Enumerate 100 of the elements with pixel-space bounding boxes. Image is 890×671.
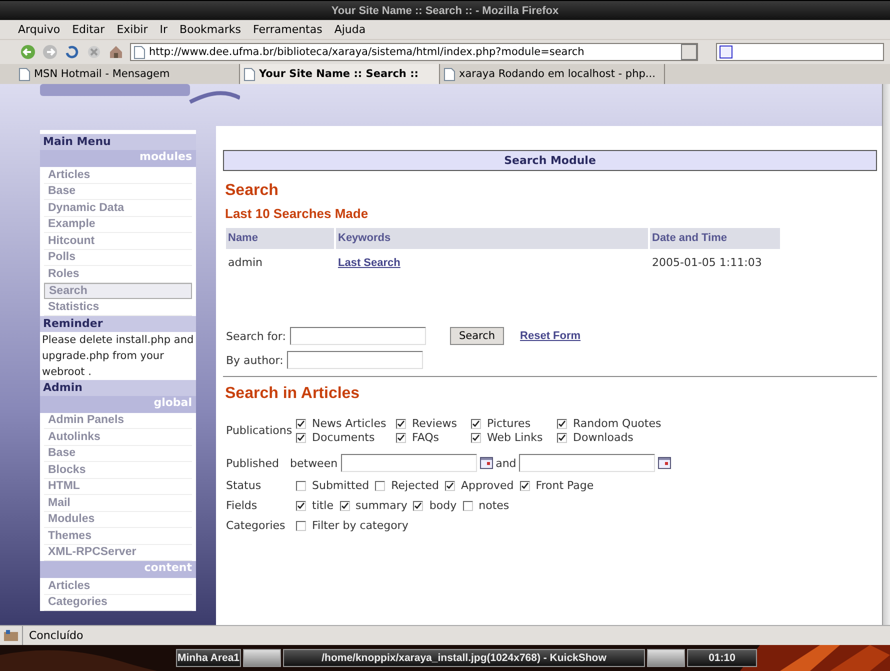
block-title: Reminder — [40, 316, 196, 332]
checkbox[interactable] — [296, 500, 306, 510]
option-label: Web Links — [487, 431, 543, 444]
date-input[interactable] — [340, 454, 477, 472]
menu-link[interactable]: Categories — [44, 594, 192, 611]
menu-link[interactable]: HTML — [44, 478, 192, 495]
page-icon — [19, 68, 30, 80]
section-heading: Search in Articles — [225, 385, 361, 403]
menu-link[interactable]: Polls — [44, 250, 192, 266]
back-icon[interactable] — [20, 44, 36, 60]
menu-link[interactable]: Statistics — [44, 299, 192, 316]
section-label: modules — [40, 150, 196, 167]
menu-link[interactable]: Autolinks — [44, 429, 192, 446]
menu-link[interactable]: Base — [44, 184, 192, 200]
block-title: Admin — [40, 380, 196, 396]
column-header: Name — [226, 228, 334, 249]
option-label: summary — [356, 499, 408, 512]
checkbox[interactable] — [471, 418, 481, 428]
option-label: body — [429, 499, 457, 512]
calendar-icon[interactable] — [658, 457, 672, 469]
checkbox[interactable] — [296, 480, 306, 490]
menu-link[interactable]: XML-RPCServer — [44, 544, 192, 561]
checkbox[interactable] — [296, 432, 306, 442]
reset-link[interactable]: Reset Form — [520, 330, 581, 342]
checkbox[interactable] — [396, 418, 406, 428]
calendar-icon[interactable] — [480, 457, 493, 469]
option-label: notes — [478, 499, 510, 512]
home-icon[interactable] — [108, 44, 124, 60]
option-label: Documents — [312, 431, 375, 444]
search-engine-icon[interactable] — [719, 45, 733, 59]
menu-link[interactable]: Articles — [44, 167, 192, 184]
search-link[interactable]: Last Search — [338, 257, 400, 269]
menu-link[interactable]: Dynamic Data — [44, 200, 192, 216]
checkbox[interactable] — [520, 480, 530, 490]
section-heading: Last 10 Searches Made — [225, 206, 370, 221]
option-label: Front Page — [536, 479, 594, 492]
checkbox[interactable] — [296, 520, 306, 530]
page-icon — [134, 46, 145, 58]
section-label: global — [40, 396, 196, 412]
page-icon — [444, 68, 455, 80]
field-label: Publications — [226, 424, 294, 437]
field-label: Fields — [226, 499, 258, 512]
column-header: Date and Time — [650, 228, 780, 249]
checkbox[interactable] — [557, 432, 567, 442]
module-header: Search Module — [223, 150, 877, 171]
block-title: Main Menu — [40, 134, 196, 150]
menu-item[interactable]: Exibir — [110, 23, 154, 36]
date-input[interactable] — [519, 454, 656, 472]
menu-link[interactable]: Example — [44, 216, 192, 233]
browser-tab[interactable]: Your Site Name :: Search :: — [240, 64, 440, 84]
search-input[interactable] — [290, 327, 426, 345]
menu-item[interactable]: Bookmarks — [174, 23, 248, 36]
clock: 01:10 — [687, 649, 757, 667]
checkbox[interactable] — [396, 432, 406, 442]
checkbox[interactable] — [340, 500, 350, 510]
menu-link[interactable]: Mail — [44, 495, 192, 512]
menu-item[interactable]: Ajuda — [328, 23, 372, 36]
option-label: Pictures — [487, 417, 531, 430]
menu-link[interactable]: Roles — [44, 266, 192, 282]
checkbox[interactable] — [471, 432, 481, 442]
option-label: Rejected — [391, 479, 439, 492]
checkbox[interactable] — [375, 480, 386, 490]
field-label: Search for: — [226, 330, 286, 342]
menu-link[interactable]: Modules — [44, 512, 192, 528]
menu-link[interactable]: Hitcount — [44, 233, 192, 250]
checkbox[interactable] — [296, 418, 306, 428]
option-label: title — [312, 499, 334, 512]
menu-item[interactable]: Ir — [154, 23, 174, 36]
reminder-text: Please delete install.php and upgrade.php from your webroot . — [41, 332, 195, 380]
desktop-button[interactable]: Minha Area1 — [176, 649, 241, 667]
search-field[interactable] — [716, 43, 884, 61]
option-label: News Articles — [312, 417, 386, 430]
menu-link[interactable]: Blocks — [44, 462, 192, 478]
menu-link[interactable]: Themes — [44, 528, 192, 544]
checkbox[interactable] — [557, 418, 567, 428]
menu-item[interactable]: Editar — [66, 23, 111, 36]
option-label: Approved — [460, 479, 514, 492]
table-cell: admin — [228, 256, 262, 269]
menu-link[interactable]: Base — [44, 446, 192, 462]
option-label: Reviews — [412, 417, 457, 430]
option-label: Filter by category — [312, 519, 408, 532]
reload-icon[interactable] — [64, 44, 80, 60]
author-input[interactable] — [287, 351, 424, 369]
checkbox[interactable] — [462, 500, 473, 510]
dropdown-button[interactable] — [681, 44, 697, 60]
option-label: FAQs — [412, 431, 440, 444]
checkbox[interactable] — [413, 500, 424, 510]
checkbox[interactable] — [444, 480, 455, 490]
option-label: Downloads — [573, 431, 634, 444]
search-button[interactable]: Search — [450, 327, 504, 345]
field-label: Categories — [226, 519, 286, 532]
menu-item[interactable]: Arquivo — [12, 23, 66, 36]
column-header: Keywords — [336, 228, 648, 249]
menu-link[interactable]: Articles — [44, 578, 192, 594]
task-button[interactable]: /home/knoppix/xaraya_install.jpg(1024x768) - KuickShow — [283, 649, 645, 667]
scrollbar[interactable] — [882, 84, 890, 625]
menu-link[interactable]: Admin Panels — [44, 412, 192, 429]
address-field[interactable]: http://www.dee.ufma.br/biblioteca/xaraya/sistema/html/index.php?module=search — [130, 43, 698, 61]
menu-link[interactable]: Search — [44, 282, 192, 299]
menu-item[interactable]: Ferramentas — [247, 23, 328, 36]
